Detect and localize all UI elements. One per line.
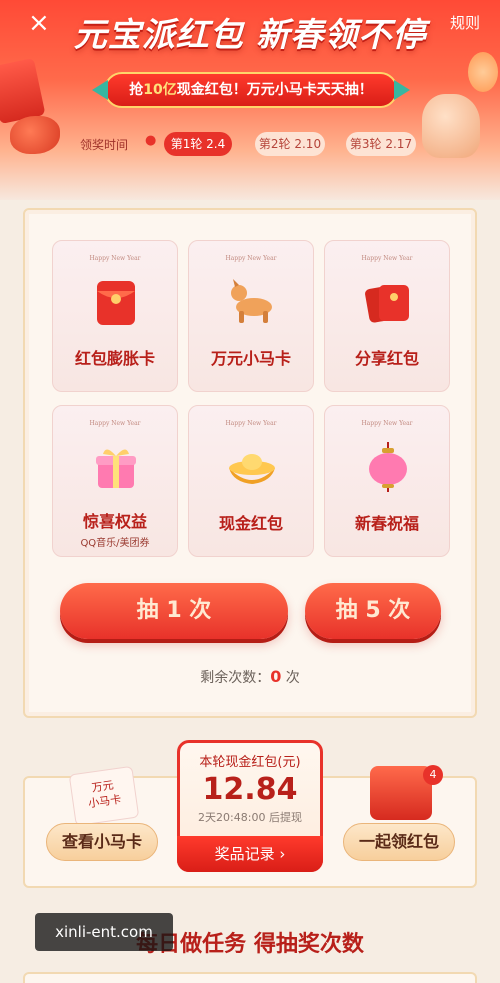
round-3-tab[interactable]: 第3轮 2.17 bbox=[346, 132, 416, 156]
tile-horse-card[interactable]: Happy New Year 万元小马卡 bbox=[188, 240, 314, 392]
tile-hny: Happy New Year bbox=[89, 255, 141, 262]
horse-mascot-decoration bbox=[422, 94, 480, 158]
header: × 规则 元宝派红包 新春领不停 抢10亿现金红包！万元小马卡天天抽！ 领奖时间… bbox=[0, 0, 500, 200]
watermark: xinli-ent.com bbox=[35, 913, 173, 951]
tile-label: 新春祝福 bbox=[354, 514, 419, 533]
tile-cash-redpack[interactable]: Happy New Year 现金红包 bbox=[188, 405, 314, 557]
horse-icon bbox=[231, 279, 272, 323]
tile-hny: Happy New Year bbox=[89, 420, 141, 427]
remaining-suffix: 次 bbox=[285, 670, 300, 686]
tile-label: 红包膨胀卡 bbox=[74, 349, 155, 368]
tile-hny: Happy New Year bbox=[225, 255, 277, 262]
banner-suffix: 现金红包！万元小马卡天天抽！ bbox=[176, 82, 373, 98]
remaining-draws: 剩余次数：0 次 bbox=[0, 667, 500, 687]
tile-sub: QQ音乐/美团券 bbox=[80, 538, 150, 549]
round-1-tab[interactable]: 第1轮 2.4 bbox=[164, 132, 232, 156]
tile-label: 现金红包 bbox=[218, 514, 283, 533]
promo-banner: 抢10亿现金红包！万元小马卡天天抽！ bbox=[104, 72, 398, 108]
location-pin-icon: ● bbox=[145, 133, 157, 148]
red-envelope-decoration bbox=[0, 57, 46, 125]
banner-accent: 10亿 bbox=[143, 82, 177, 98]
tile-spring-blessing[interactable]: Happy New Year 新春祝福 bbox=[324, 405, 450, 557]
cash-redpack-panel: 本轮现金红包(元) 12.84 2天20:48:00 后提现 奖品记录 › bbox=[177, 740, 323, 872]
task-card-top bbox=[23, 972, 477, 983]
cash-timer: 2天20:48:00 后提现 bbox=[198, 811, 302, 824]
notification-badge: 4 bbox=[423, 765, 443, 785]
horse-card-text: 万元 小马卡 bbox=[87, 778, 123, 811]
banner-prefix: 抢 bbox=[129, 82, 144, 98]
tile-surprise-benefits[interactable]: Happy New Year 惊喜权益 QQ音乐/美团券 bbox=[52, 405, 178, 557]
draw-once-button[interactable]: 抽 1 次 bbox=[60, 583, 288, 639]
tile-label: 万元小马卡 bbox=[210, 349, 291, 368]
round-2-tab[interactable]: 第2轮 2.10 bbox=[255, 132, 325, 156]
page-title: 元宝派红包 新春领不停 bbox=[73, 15, 427, 54]
tile-hny: Happy New Year bbox=[361, 255, 413, 262]
horse-card-thumbnail: 万元 小马卡 bbox=[68, 765, 140, 827]
share-envelope-icon bbox=[365, 285, 409, 323]
cash-title: 本轮现金红包(元) bbox=[199, 755, 301, 770]
gold-ingot-icon bbox=[229, 454, 275, 484]
koi-fish-decoration bbox=[10, 116, 60, 154]
dates-label: 领奖时间 bbox=[80, 138, 129, 152]
prize-records-button[interactable]: 奖品记录 › bbox=[177, 836, 323, 872]
red-envelope-icon bbox=[97, 281, 135, 325]
tile-label: 惊喜权益 bbox=[82, 512, 147, 531]
remaining-count: 0 bbox=[270, 667, 282, 686]
cash-amount: 12.84 bbox=[202, 772, 298, 807]
tile-expansion-card[interactable]: Happy New Year 红包膨胀卡 bbox=[52, 240, 178, 392]
tile-share-redpack[interactable]: Happy New Year 分享红包 bbox=[324, 240, 450, 392]
draw-five-button[interactable]: 抽 5 次 bbox=[305, 583, 441, 639]
tile-hny: Happy New Year bbox=[225, 420, 277, 427]
tile-label: 分享红包 bbox=[354, 349, 419, 368]
join-redpack-button[interactable]: 一起领红包 bbox=[343, 823, 455, 861]
lantern-icon bbox=[369, 442, 407, 492]
gift-box-icon bbox=[96, 449, 136, 488]
view-horse-card-button[interactable]: 查看小马卡 bbox=[46, 823, 158, 861]
lantern-decoration bbox=[468, 52, 498, 92]
remaining-prefix: 剩余次数： bbox=[200, 670, 271, 686]
tile-hny: Happy New Year bbox=[361, 420, 413, 427]
